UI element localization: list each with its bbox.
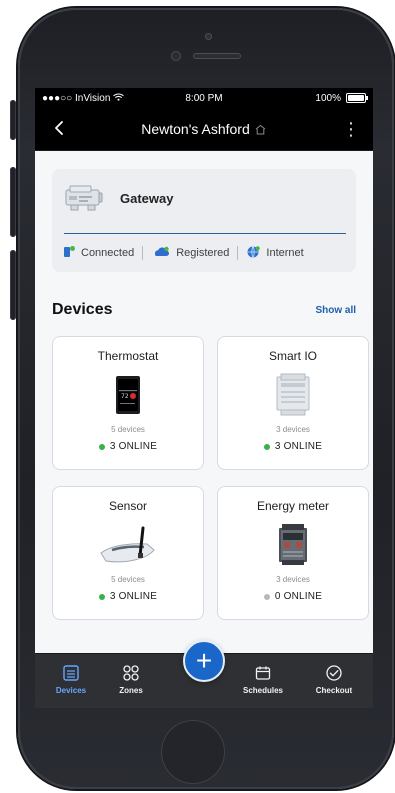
devices-grid: Thermostat 72 5 devices 3 ONLINE Smart I… (52, 336, 369, 620)
gateway-status-row: Connected Registered Internet (62, 245, 346, 261)
device-card-energy-meter[interactable]: Energy meter 3 devices 0 ONLINE (217, 486, 369, 620)
gateway-device-icon (64, 184, 104, 212)
nav-label: Devices (55, 686, 87, 695)
header-title-wrap: Newton's Ashford (141, 121, 267, 137)
devices-icon (62, 664, 80, 682)
device-count: 5 devices (111, 425, 145, 434)
status-dot-icon (98, 443, 105, 450)
device-status: 3 ONLINE (53, 591, 203, 602)
page-title: Newton's Ashford (141, 121, 250, 137)
status-right: 100% (315, 92, 368, 104)
speaker-grille (193, 53, 241, 59)
status-left: ●●●○○ InVision (42, 92, 125, 104)
side-button (10, 100, 16, 140)
gateway-status-connected: Connected (62, 245, 134, 262)
gateway-card[interactable]: Gateway Connected Registered Internet (52, 169, 356, 272)
zones-icon (122, 664, 140, 682)
more-vertical-icon: ⋮ (342, 119, 360, 139)
schedules-icon (254, 664, 272, 682)
device-status: 3 ONLINE (218, 441, 368, 452)
front-sensor (171, 51, 181, 61)
status-bar: ●●●○○ InVision 8:00 PM 100% (35, 88, 373, 108)
device-name: Thermostat (97, 349, 159, 363)
nav-label: Zones (119, 686, 143, 695)
cloud-icon (151, 245, 171, 262)
status-divider (237, 246, 239, 260)
battery-icon (346, 93, 368, 103)
device-name: Energy meter (256, 499, 330, 513)
device-status-text: 3 ONLINE (274, 441, 323, 452)
gateway-status-label: Connected (81, 247, 135, 259)
globe-icon (246, 245, 261, 262)
back-button[interactable] (47, 117, 71, 141)
device-status-text: 0 ONLINE (274, 591, 323, 602)
wifi-icon (113, 92, 125, 104)
devices-header: Devices Show all (52, 299, 356, 321)
status-dot-icon (98, 593, 105, 600)
gateway-top: Gateway (52, 169, 356, 227)
gateway-status-label: Registered (176, 247, 230, 259)
gateway-status-registered: Registered (151, 245, 229, 262)
volume-down-button (10, 250, 16, 320)
nav-schedules[interactable]: Schedules (231, 654, 295, 708)
nav-label: Schedules (242, 686, 283, 695)
app-header: Newton's Ashford ⋮ (35, 108, 373, 151)
devices-title: Devices (52, 301, 113, 318)
device-name: Sensor (108, 499, 148, 513)
nav-devices[interactable]: Devices (39, 654, 103, 708)
device-count: 3 devices (276, 575, 310, 584)
add-button[interactable]: + (183, 640, 225, 682)
home-button (161, 720, 225, 784)
device-card-smart-io[interactable]: Smart IO 3 devices 3 ONLINE (217, 336, 369, 470)
device-count: 3 devices (276, 425, 310, 434)
status-dot-icon (263, 443, 270, 450)
bottom-navigation: + Devices Zones Schedules Checkout (35, 640, 373, 708)
svg-text:72: 72 (121, 393, 129, 400)
energy-meter-icon (258, 521, 328, 569)
nav-label: Checkout (315, 686, 353, 695)
sensor-icon (93, 521, 163, 569)
device-name: Smart IO (268, 349, 317, 363)
volume-up-button (10, 167, 16, 237)
battery-text: 100% (315, 92, 341, 104)
device-card-sensor[interactable]: Sensor 5 devices 3 ONLINE (52, 486, 204, 620)
device-count: 5 devices (111, 575, 145, 584)
more-options-button[interactable]: ⋮ (339, 117, 363, 141)
main-content: Gateway Connected Registered Internet De… (35, 150, 373, 654)
camera-icon (205, 33, 212, 40)
gateway-status-label: Internet (266, 247, 304, 259)
home-icon (255, 123, 267, 135)
checkout-icon (325, 664, 343, 682)
thermostat-icon: 72 (93, 371, 163, 419)
nav-zones[interactable]: Zones (99, 654, 163, 708)
show-all-link[interactable]: Show all (315, 305, 356, 316)
device-status: 0 ONLINE (218, 591, 368, 602)
carrier-text: ●●●○○ InVision (42, 92, 111, 104)
chevron-left-icon (53, 120, 65, 139)
gateway-divider (64, 233, 346, 234)
nav-checkout[interactable]: Checkout (302, 654, 366, 708)
device-status-text: 3 ONLINE (109, 441, 158, 452)
phone-screen: ●●●○○ InVision 8:00 PM 100% Newton's Ash… (35, 88, 373, 708)
gateway-status-internet: Internet (246, 245, 304, 262)
device-status-text: 3 ONLINE (109, 591, 158, 602)
status-dot-icon (263, 593, 270, 600)
device-card-thermostat[interactable]: Thermostat 72 5 devices 3 ONLINE (52, 336, 204, 470)
device-status: 3 ONLINE (53, 441, 203, 452)
connected-icon (62, 245, 76, 262)
smart-io-icon (258, 371, 328, 419)
gateway-title: Gateway (120, 190, 174, 206)
status-divider (142, 246, 144, 260)
